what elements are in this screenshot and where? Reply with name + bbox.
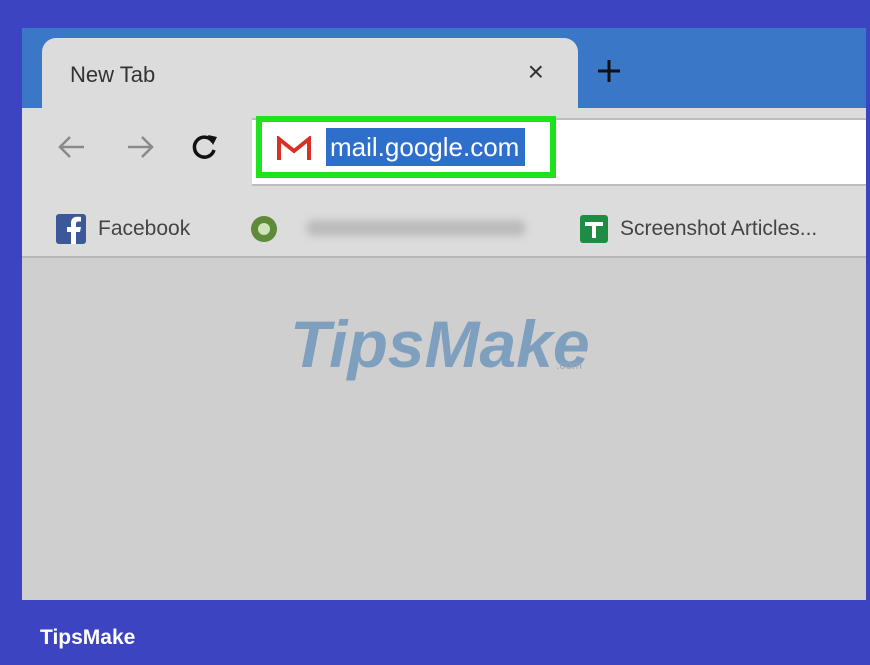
bookmarks-bar: Facebook Screenshot Articles... — [22, 200, 866, 258]
bookmark-label: Facebook — [98, 217, 191, 240]
page-content: TipsMake .com — [22, 258, 866, 600]
reload-icon[interactable] — [188, 130, 222, 164]
blurred-bookmark-label — [306, 220, 526, 236]
bookmark-facebook[interactable]: Facebook — [56, 212, 190, 246]
browser-toolbar: mail.google.com — [22, 108, 866, 200]
image-frame: New Tab × mail.google.com Facebook Scree… — [0, 0, 870, 665]
tipsmake-watermark: TipsMake .com — [290, 307, 590, 381]
bookmark-label: Screenshot Articles... — [620, 217, 818, 240]
url-highlight-box[interactable]: mail.google.com — [256, 116, 556, 178]
tab-title: New Tab — [70, 62, 156, 87]
tab-strip: New Tab × — [22, 28, 866, 112]
bookmark-blurred[interactable] — [250, 212, 278, 246]
watermark-text: TipsMake — [290, 307, 590, 381]
footer-brand: TipsMake — [40, 626, 136, 649]
url-text[interactable]: mail.google.com — [326, 128, 526, 166]
watermark-suffix: .com — [556, 358, 582, 372]
gmail-icon — [277, 136, 311, 160]
arrow-right-icon[interactable] — [124, 130, 158, 164]
facebook-icon — [56, 214, 86, 244]
google-sheets-icon — [580, 215, 608, 243]
tab-close-icon[interactable]: × — [528, 58, 544, 86]
bookmark-screenshot-articles[interactable]: Screenshot Articles... — [580, 212, 817, 246]
new-tab-icon[interactable] — [594, 56, 624, 86]
tab-new-tab[interactable]: New Tab × — [42, 38, 578, 112]
green-circle-icon — [251, 216, 277, 242]
browser-window: New Tab × mail.google.com Facebook Scree… — [22, 28, 866, 600]
arrow-left-icon[interactable] — [54, 130, 88, 164]
